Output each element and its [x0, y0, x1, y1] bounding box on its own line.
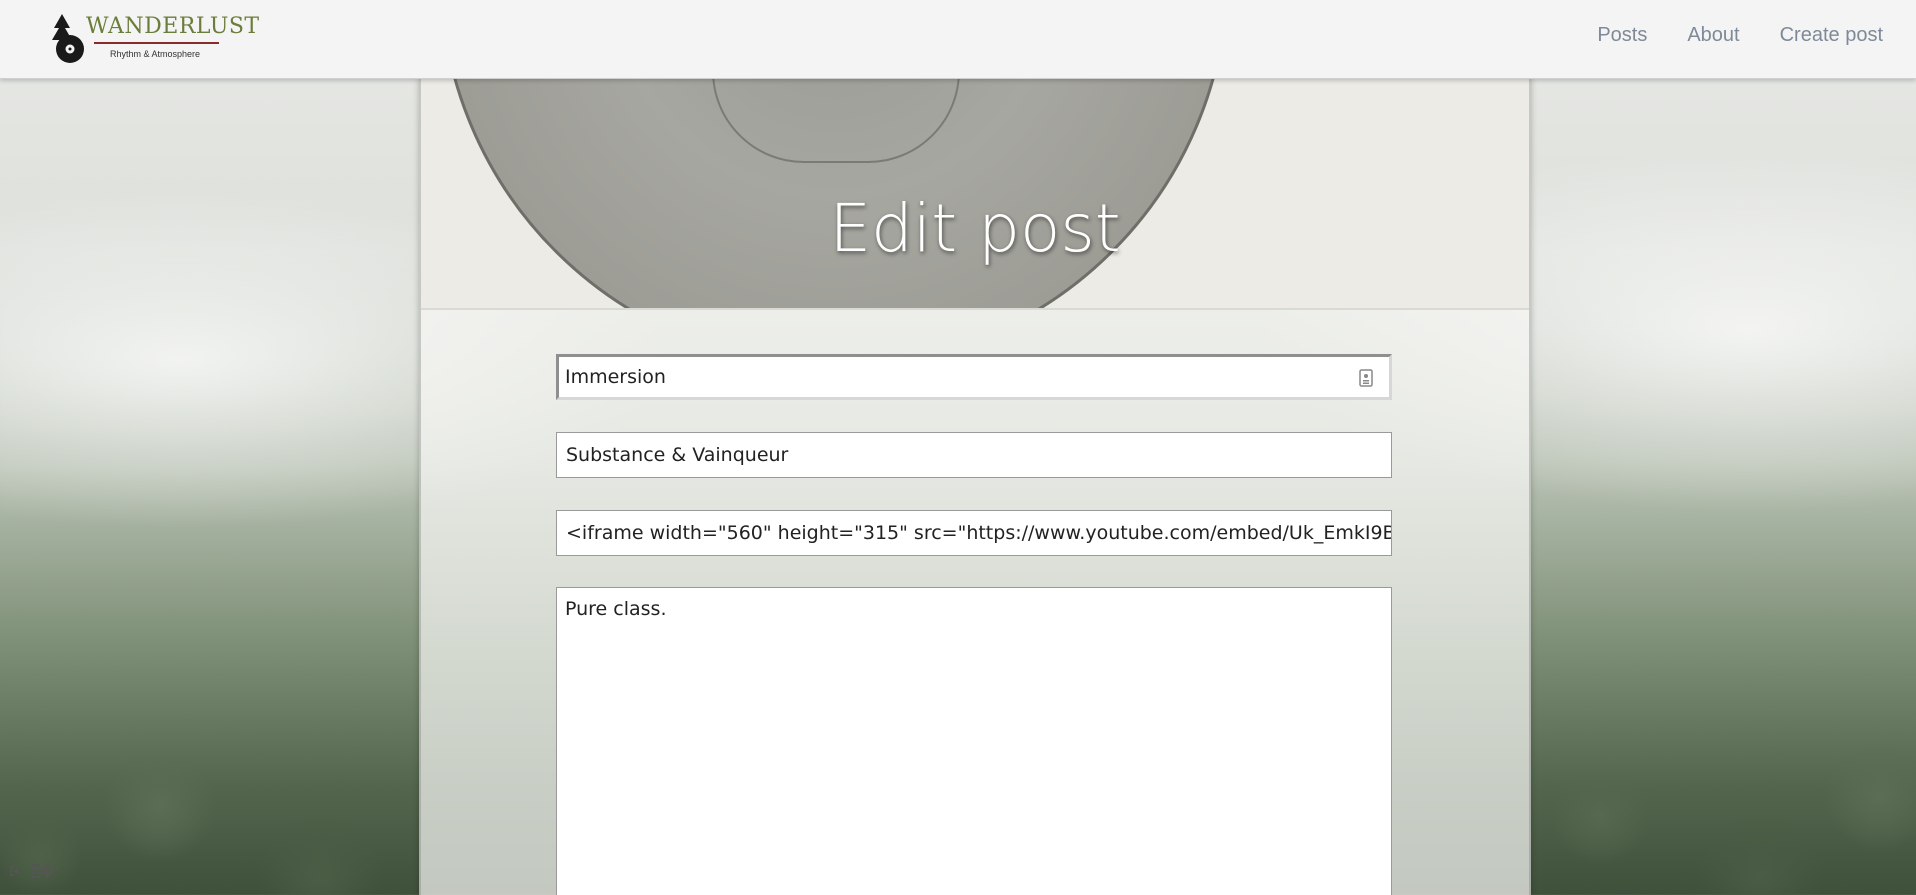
post-title-value: Immersion [565, 366, 666, 388]
brand-logo[interactable]: WANDERLUST Rhythm & Atmosphere [50, 12, 259, 66]
page-title: Edit post [829, 190, 1121, 268]
main-nav: Posts About Create post [1597, 24, 1883, 47]
edit-post-panel: Edit post Immersion Substance & Vainqueu… [419, 78, 1531, 895]
tree-record-logo-icon [52, 14, 84, 63]
corner-toolbar [8, 860, 56, 882]
post-artist-input[interactable]: Substance & Vainqueur [556, 432, 1392, 478]
hero-banner: Edit post [421, 78, 1529, 310]
nav-about-link[interactable]: About [1687, 24, 1739, 47]
brand-underline [94, 42, 219, 44]
post-title-input[interactable]: Immersion [556, 354, 1392, 400]
brand-tagline: Rhythm & Atmosphere [110, 49, 201, 59]
top-navbar: WANDERLUST Rhythm & Atmosphere Posts Abo… [0, 0, 1916, 79]
nav-posts-link[interactable]: Posts [1597, 24, 1647, 47]
brand-title: WANDERLUST [86, 14, 260, 39]
post-embed-input[interactable]: <iframe width="560" height="315" src="ht… [556, 510, 1392, 556]
sign-in-icon[interactable] [8, 860, 24, 882]
sign-out-icon[interactable] [30, 860, 56, 882]
contact-card-icon[interactable] [1359, 369, 1373, 387]
record-label-ring [712, 78, 960, 163]
nav-create-post-link[interactable]: Create post [1780, 24, 1883, 47]
post-body-textarea[interactable]: Pure class. [556, 587, 1392, 895]
